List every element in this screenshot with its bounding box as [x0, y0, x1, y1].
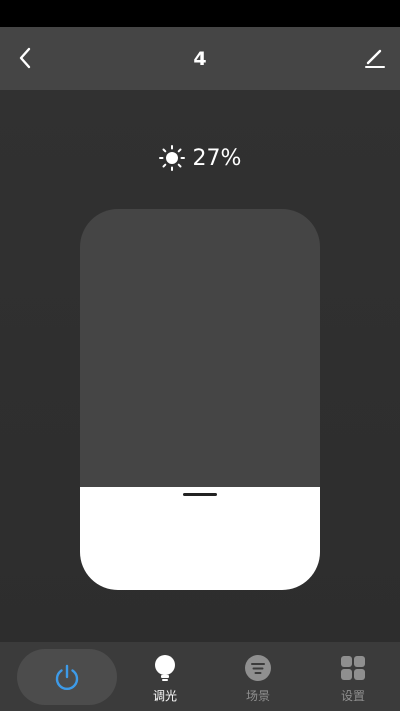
- power-button[interactable]: [17, 649, 117, 705]
- bottom-nav: 调光 场景 设置: [0, 642, 400, 711]
- page-title: 4: [193, 47, 207, 70]
- brightness-slider[interactable]: [80, 209, 320, 590]
- status-bar: [0, 0, 400, 27]
- grid-icon: [341, 656, 365, 680]
- nav-item-settings[interactable]: 设置: [318, 654, 388, 706]
- brightness-readout: 27%: [0, 142, 400, 174]
- scene-icon: [245, 655, 271, 681]
- bulb-icon: [155, 655, 175, 681]
- slider-fill: [80, 487, 320, 590]
- brightness-value: 27%: [192, 145, 242, 171]
- nav-label-scene: 场景: [245, 689, 270, 703]
- edit-button[interactable]: [360, 43, 390, 73]
- slider-handle[interactable]: [183, 493, 217, 496]
- power-icon: [55, 664, 79, 691]
- app-header: 4: [0, 27, 400, 90]
- sun-icon: [158, 145, 185, 171]
- pencil-icon: [365, 49, 385, 68]
- nav-item-dimming[interactable]: 调光: [130, 654, 200, 706]
- back-button[interactable]: [10, 43, 40, 73]
- chevron-left-icon: [19, 47, 31, 69]
- nav-label-dimming: 调光: [152, 689, 177, 703]
- nav-label-settings: 设置: [340, 689, 365, 703]
- nav-item-scene[interactable]: 场景: [223, 654, 293, 706]
